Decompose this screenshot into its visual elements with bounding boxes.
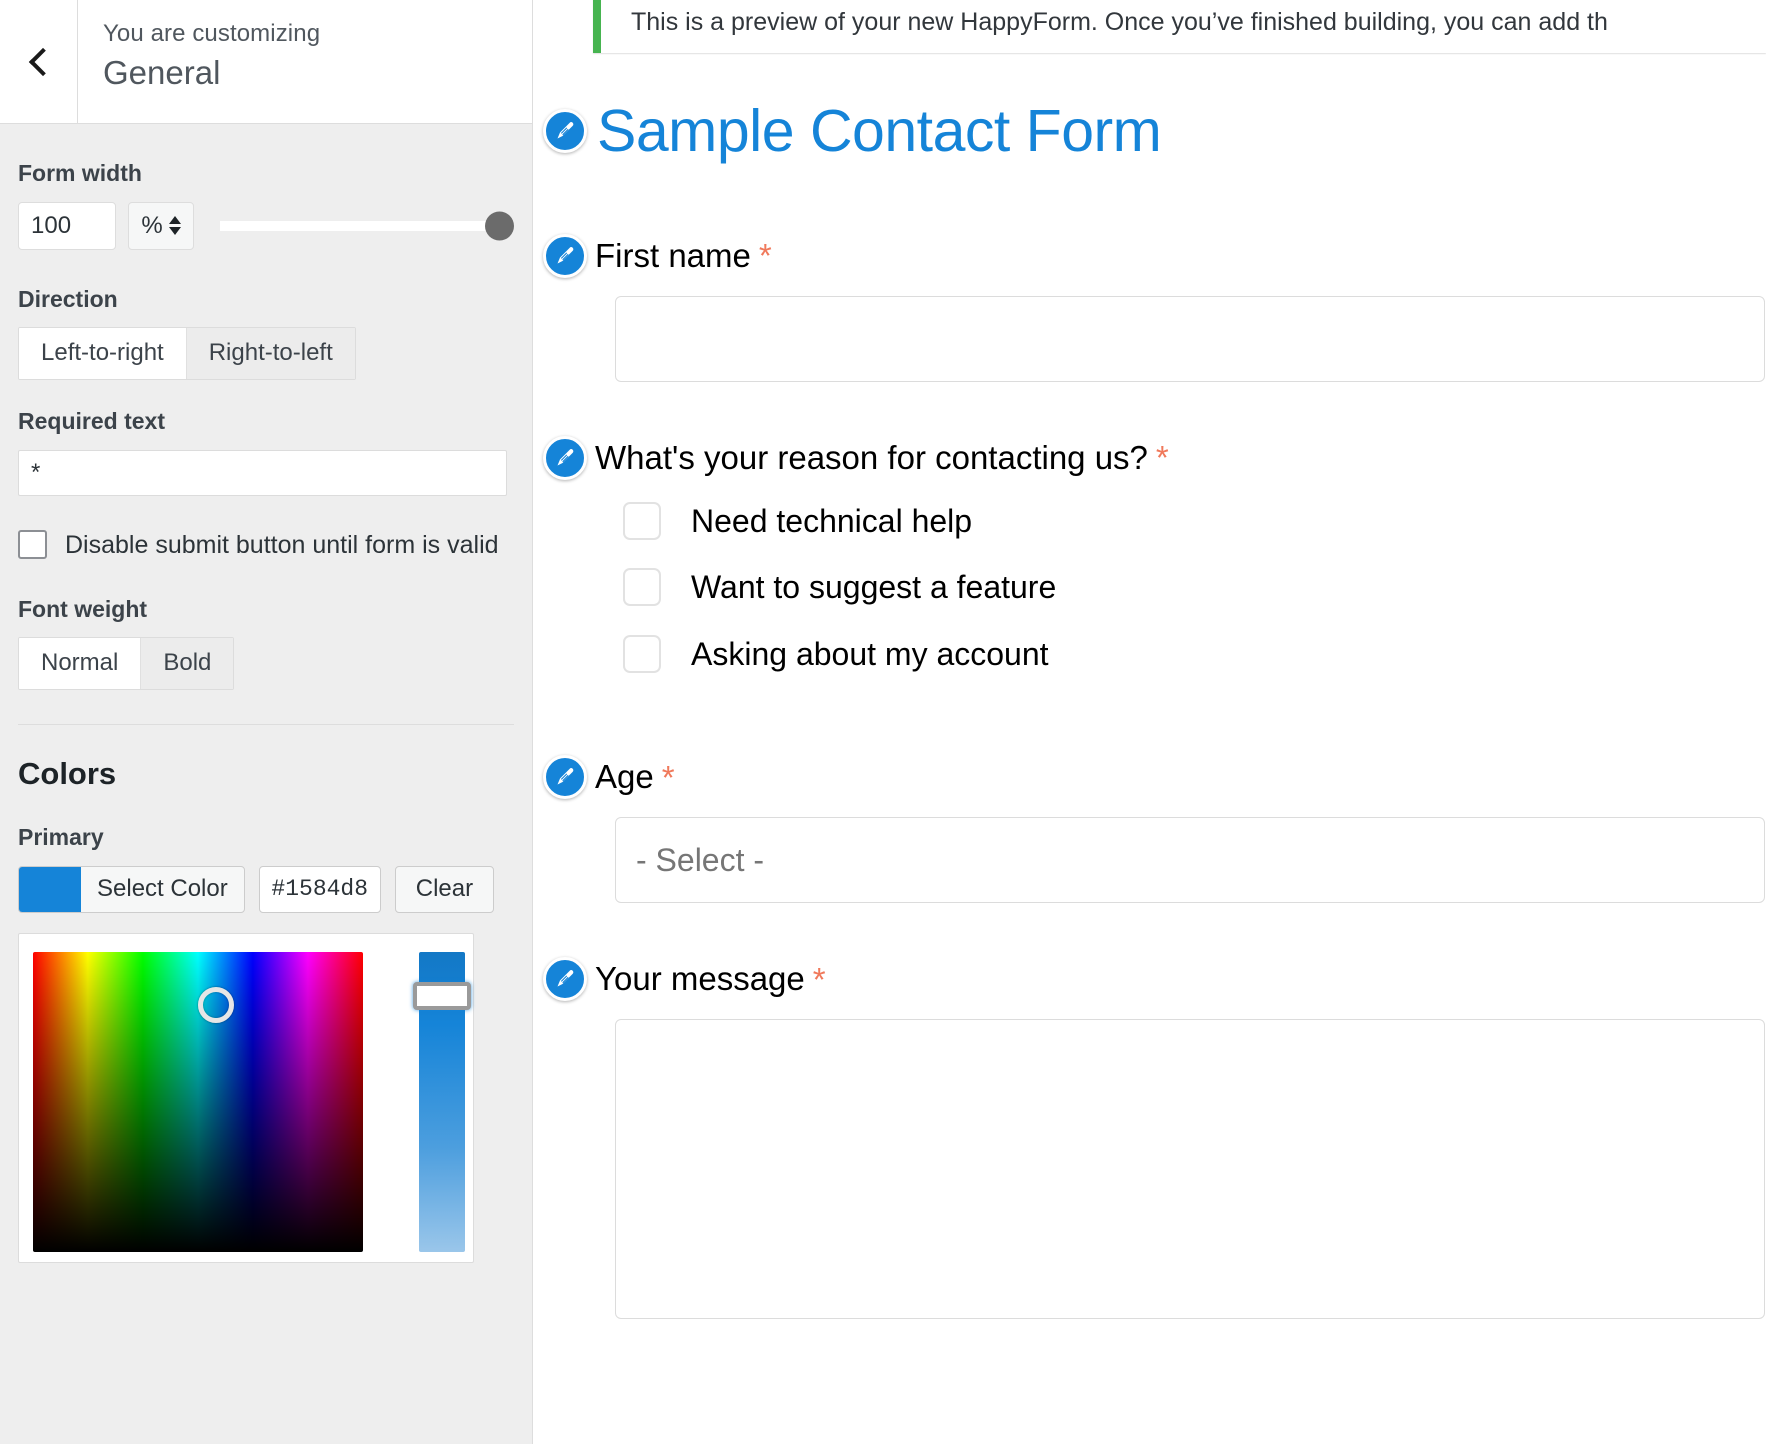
disable-submit-checkbox-row[interactable]: Disable submit button until form is vali… — [18, 530, 514, 560]
field-label-row: First name * — [543, 233, 1766, 278]
field-label-row: Age * — [543, 755, 1766, 800]
pencil-edit-icon-your-message[interactable] — [543, 957, 587, 1002]
primary-color-row: Select Color Clear — [18, 865, 514, 913]
disable-submit-label: Disable submit button until form is vali… — [65, 530, 499, 559]
form-width-control: Form width % — [0, 160, 532, 250]
direction-label: Direction — [18, 285, 118, 312]
section-divider — [18, 723, 514, 725]
font-weight-option-normal[interactable]: Normal — [19, 638, 141, 689]
your-message-textarea[interactable] — [615, 1019, 1765, 1320]
preview-notice: This is a preview of your new HappyForm.… — [593, 0, 1766, 53]
form-preview-pane: This is a preview of your new HappyForm.… — [532, 0, 1766, 1444]
preview-notice-text: This is a preview of your new HappyForm.… — [631, 8, 1608, 37]
sidebar-header: You are customizing General — [0, 0, 532, 124]
pencil-edit-icon-first-name[interactable] — [543, 233, 587, 278]
direction-option-ltr[interactable]: Left-to-right — [19, 328, 186, 379]
contact-reason-options: Need technical help Want to suggest a fe… — [623, 502, 1766, 673]
field-label: Age — [595, 758, 654, 796]
customizing-label: You are customizing — [103, 20, 321, 47]
panel-title: General — [103, 54, 221, 92]
required-text-label: Required text — [18, 407, 165, 434]
disable-submit-checkbox[interactable] — [18, 530, 47, 560]
form-width-unit-select[interactable]: % — [128, 201, 194, 250]
form-width-slider[interactable] — [220, 202, 514, 250]
sidebar-body: Form width % Direc — [0, 160, 532, 1263]
option-checkbox[interactable] — [623, 568, 661, 607]
form-width-row: % — [18, 201, 514, 250]
font-weight-control: Font weight Normal Bold — [0, 596, 532, 690]
back-button[interactable] — [0, 0, 78, 123]
direction-segmented: Left-to-right Right-to-left — [18, 327, 356, 380]
field-first-name: First name * — [543, 233, 1766, 382]
pencil-edit-icon-contact-reason[interactable] — [543, 435, 587, 480]
preview-form: Sample Contact Form First name * What's … — [533, 99, 1766, 1320]
age-select-placeholder: - Select - — [636, 841, 765, 878]
option-checkbox[interactable] — [623, 634, 661, 673]
required-text-input[interactable] — [18, 449, 507, 496]
saturation-value-area[interactable] — [33, 951, 363, 1252]
required-marker: * — [758, 237, 772, 275]
required-marker: * — [812, 960, 826, 998]
pencil-edit-icon-title[interactable] — [543, 109, 587, 154]
direction-control: Direction Left-to-right Right-to-left — [0, 286, 532, 380]
stepper-arrows-icon — [168, 216, 181, 236]
required-text-control: Required text — [0, 408, 532, 496]
field-contact-reason: What's your reason for contacting us? * … — [543, 435, 1766, 673]
customizer-app: You are customizing General Form width % — [0, 0, 1766, 1444]
slider-handle[interactable] — [485, 211, 514, 241]
font-weight-label: Font weight — [18, 595, 148, 622]
first-name-input[interactable] — [615, 295, 1765, 382]
sidebar-header-titles: You are customizing General — [78, 0, 320, 123]
option-about-my-account[interactable]: Asking about my account — [623, 634, 1766, 673]
form-title: Sample Contact Form — [597, 98, 1162, 164]
form-title-row: Sample Contact Form — [543, 99, 1766, 164]
form-width-input[interactable] — [18, 201, 116, 250]
form-width-unit-value: % — [141, 211, 163, 239]
required-marker: * — [1155, 439, 1169, 477]
field-label: What's your reason for contacting us? — [595, 439, 1148, 477]
form-width-label: Form width — [18, 160, 142, 186]
customizer-sidebar: You are customizing General Form width % — [0, 0, 532, 1444]
option-suggest-feature[interactable]: Want to suggest a feature — [623, 568, 1766, 607]
chevron-left-icon — [28, 47, 57, 76]
primary-color-swatch — [19, 866, 81, 912]
field-age: Age * - Select - — [543, 755, 1766, 904]
option-label: Asking about my account — [691, 635, 1049, 672]
field-label: Your message — [595, 960, 805, 998]
age-select[interactable]: - Select - — [615, 817, 1765, 904]
pencil-edit-icon-age[interactable] — [543, 755, 587, 800]
option-label: Need technical help — [691, 502, 973, 539]
slider-track — [220, 220, 500, 231]
field-label: First name — [595, 237, 751, 275]
option-label: Want to suggest a feature — [691, 569, 1057, 606]
field-your-message: Your message * — [543, 957, 1766, 1320]
select-color-label: Select Color — [97, 875, 228, 903]
required-marker: * — [661, 758, 675, 796]
field-label-row: What's your reason for contacting us? * — [543, 435, 1766, 480]
clear-color-button[interactable]: Clear — [394, 865, 495, 913]
select-color-button[interactable]: Select Color — [18, 865, 245, 913]
primary-color-label: Primary — [18, 824, 104, 851]
disable-submit-control: Disable submit button until form is vali… — [0, 530, 532, 560]
primary-hex-input[interactable] — [258, 865, 381, 913]
font-weight-option-bold[interactable]: Bold — [140, 638, 234, 689]
field-label-row: Your message * — [543, 957, 1766, 1002]
hue-slider-handle[interactable] — [413, 981, 471, 1010]
color-picker-panel — [18, 932, 474, 1263]
colors-section: Colors Primary Select Color Clear — [0, 755, 532, 913]
direction-option-rtl[interactable]: Right-to-left — [185, 328, 355, 379]
colors-section-title: Colors — [18, 755, 117, 791]
option-checkbox[interactable] — [623, 502, 661, 541]
option-need-technical-help[interactable]: Need technical help — [623, 502, 1766, 541]
font-weight-segmented: Normal Bold — [18, 637, 235, 690]
color-picker-cursor[interactable] — [198, 986, 234, 1023]
